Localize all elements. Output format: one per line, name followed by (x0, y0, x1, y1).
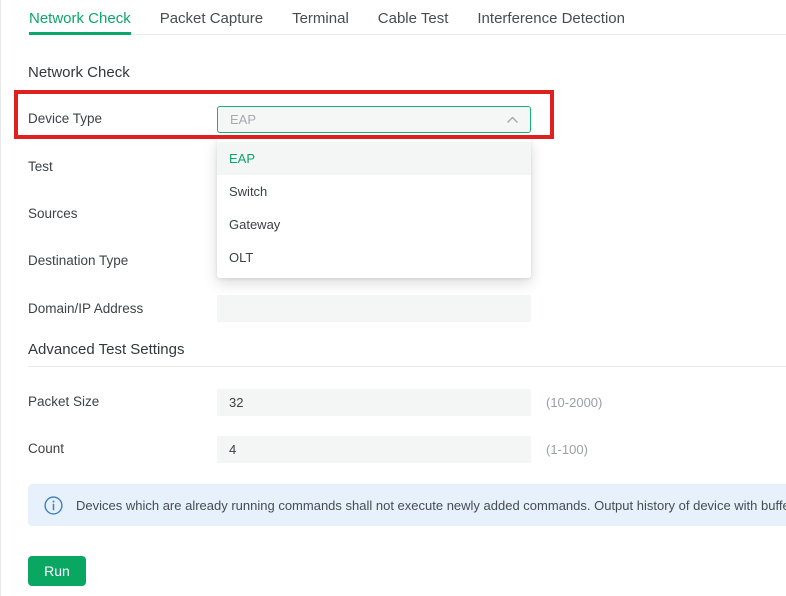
info-circle-icon (44, 496, 63, 515)
domain-ip-input[interactable] (217, 295, 531, 322)
notice-text: Devices which are already running comman… (76, 498, 786, 513)
chevron-up-icon (507, 116, 518, 123)
device-type-dropdown: EAP Switch Gateway OLT (217, 139, 531, 278)
dropdown-option-switch[interactable]: Switch (217, 175, 531, 208)
sources-label: Sources (28, 206, 78, 221)
section-divider (28, 366, 786, 367)
tab-network-check[interactable]: Network Check (29, 0, 131, 35)
packet-size-input[interactable] (217, 389, 531, 416)
domain-ip-label: Domain/IP Address (28, 301, 143, 316)
device-type-label: Device Type (28, 111, 102, 126)
notice-banner: Devices which are already running comman… (28, 484, 786, 526)
device-type-select[interactable]: EAP (217, 106, 531, 133)
network-tools-page: Network Check Packet Capture Terminal Ca… (0, 0, 786, 596)
section-title-advanced-settings: Advanced Test Settings (28, 341, 185, 358)
count-hint: (1-100) (546, 442, 588, 457)
destination-type-label: Destination Type (28, 253, 128, 268)
test-label: Test (28, 159, 53, 174)
section-title-network-check: Network Check (28, 64, 130, 81)
packet-size-label: Packet Size (28, 394, 99, 409)
packet-size-hint: (10-2000) (546, 395, 602, 410)
dropdown-option-eap[interactable]: EAP (217, 142, 531, 175)
tab-terminal[interactable]: Terminal (292, 0, 349, 35)
device-type-value: EAP (230, 112, 507, 127)
tab-packet-capture[interactable]: Packet Capture (160, 0, 263, 35)
run-button[interactable]: Run (28, 556, 86, 586)
tab-interference-detection[interactable]: Interference Detection (477, 0, 625, 35)
tool-tabs: Network Check Packet Capture Terminal Ca… (29, 0, 786, 35)
count-input[interactable] (217, 436, 531, 463)
tab-cable-test[interactable]: Cable Test (378, 0, 449, 35)
dropdown-option-gateway[interactable]: Gateway (217, 208, 531, 241)
count-label: Count (28, 441, 64, 456)
dropdown-option-olt[interactable]: OLT (217, 241, 531, 274)
